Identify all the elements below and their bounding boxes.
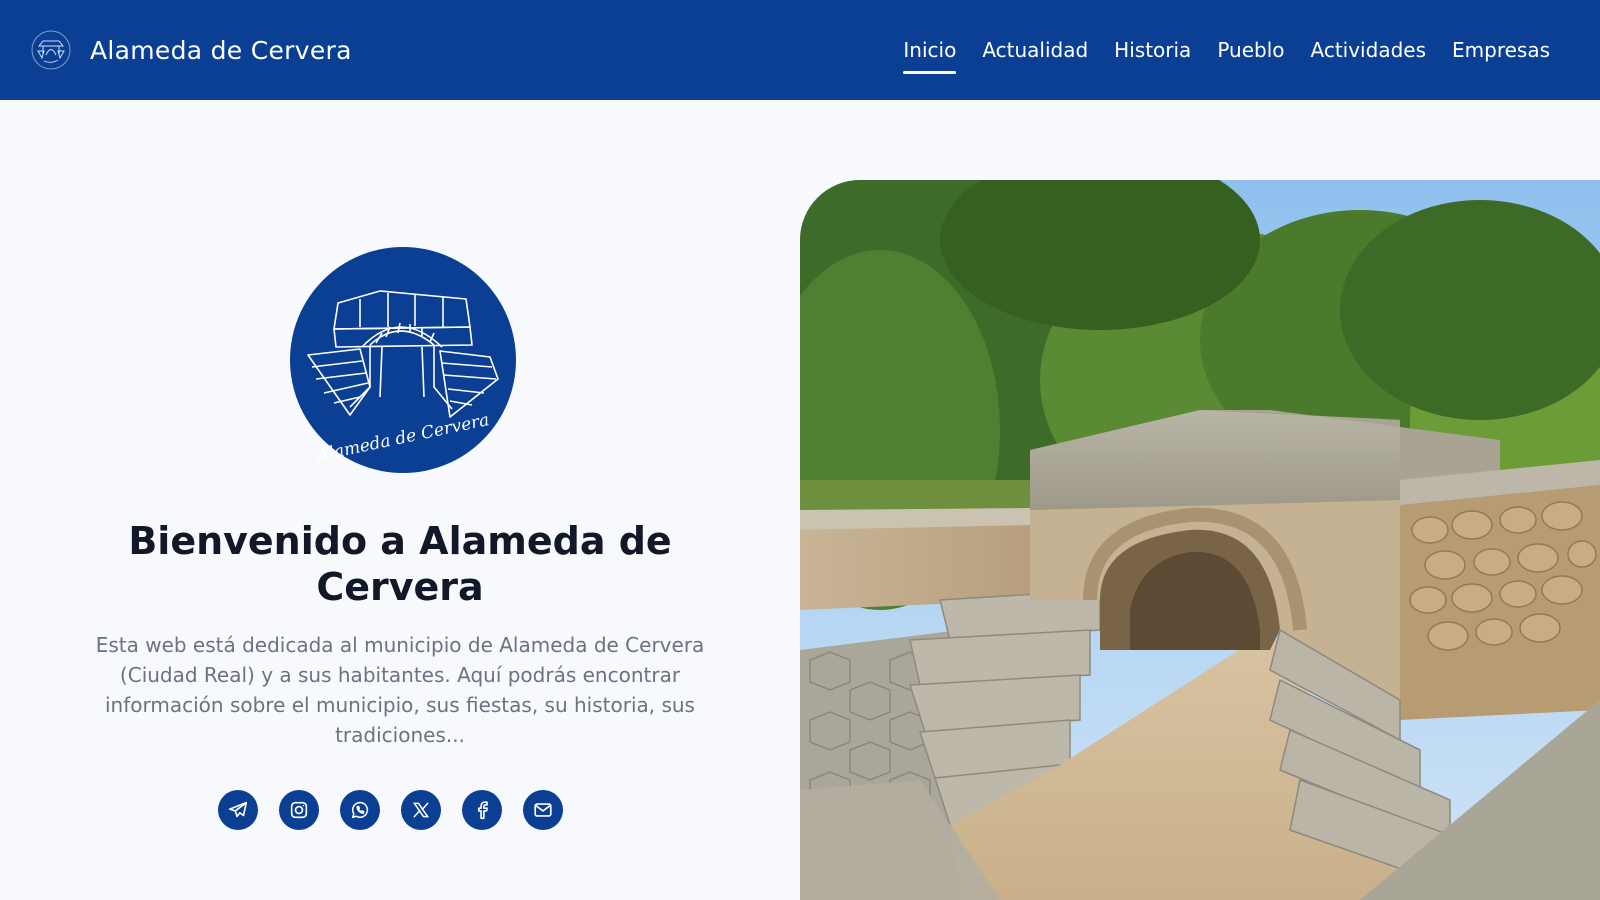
site-title[interactable]: Alameda de Cervera bbox=[90, 36, 352, 65]
main-nav: Inicio Actualidad Historia Pueblo Activi… bbox=[903, 30, 1550, 74]
site-header: Alameda de Cervera Inicio Actualidad His… bbox=[0, 0, 1600, 100]
whatsapp-icon[interactable] bbox=[340, 790, 380, 830]
nav-item-inicio[interactable]: Inicio bbox=[903, 38, 956, 74]
nav-item-actividades[interactable]: Actividades bbox=[1311, 38, 1427, 62]
nav-item-actualidad[interactable]: Actualidad bbox=[982, 38, 1088, 62]
nav-item-pueblo[interactable]: Pueblo bbox=[1217, 38, 1284, 62]
nav-item-historia[interactable]: Historia bbox=[1114, 38, 1191, 62]
social-links bbox=[218, 790, 563, 830]
nav-item-empresas[interactable]: Empresas bbox=[1452, 38, 1550, 62]
telegram-icon[interactable] bbox=[218, 790, 258, 830]
brand[interactable]: Alameda de Cervera bbox=[30, 30, 352, 70]
stone-bridge-photo bbox=[800, 180, 1600, 900]
bridge-emblem-icon[interactable] bbox=[30, 29, 72, 71]
x-icon[interactable] bbox=[401, 790, 441, 830]
facebook-icon[interactable] bbox=[462, 790, 502, 830]
logo-script-text: Alameda de Cervera bbox=[313, 410, 491, 467]
welcome-title: Bienvenido a Alameda de Cervera bbox=[128, 519, 672, 609]
municipality-logo: Alameda de Cervera bbox=[290, 247, 516, 473]
instagram-icon[interactable] bbox=[279, 790, 319, 830]
email-icon[interactable] bbox=[523, 790, 563, 830]
intro-text: Esta web está dedicada al municipio de A… bbox=[95, 633, 705, 747]
